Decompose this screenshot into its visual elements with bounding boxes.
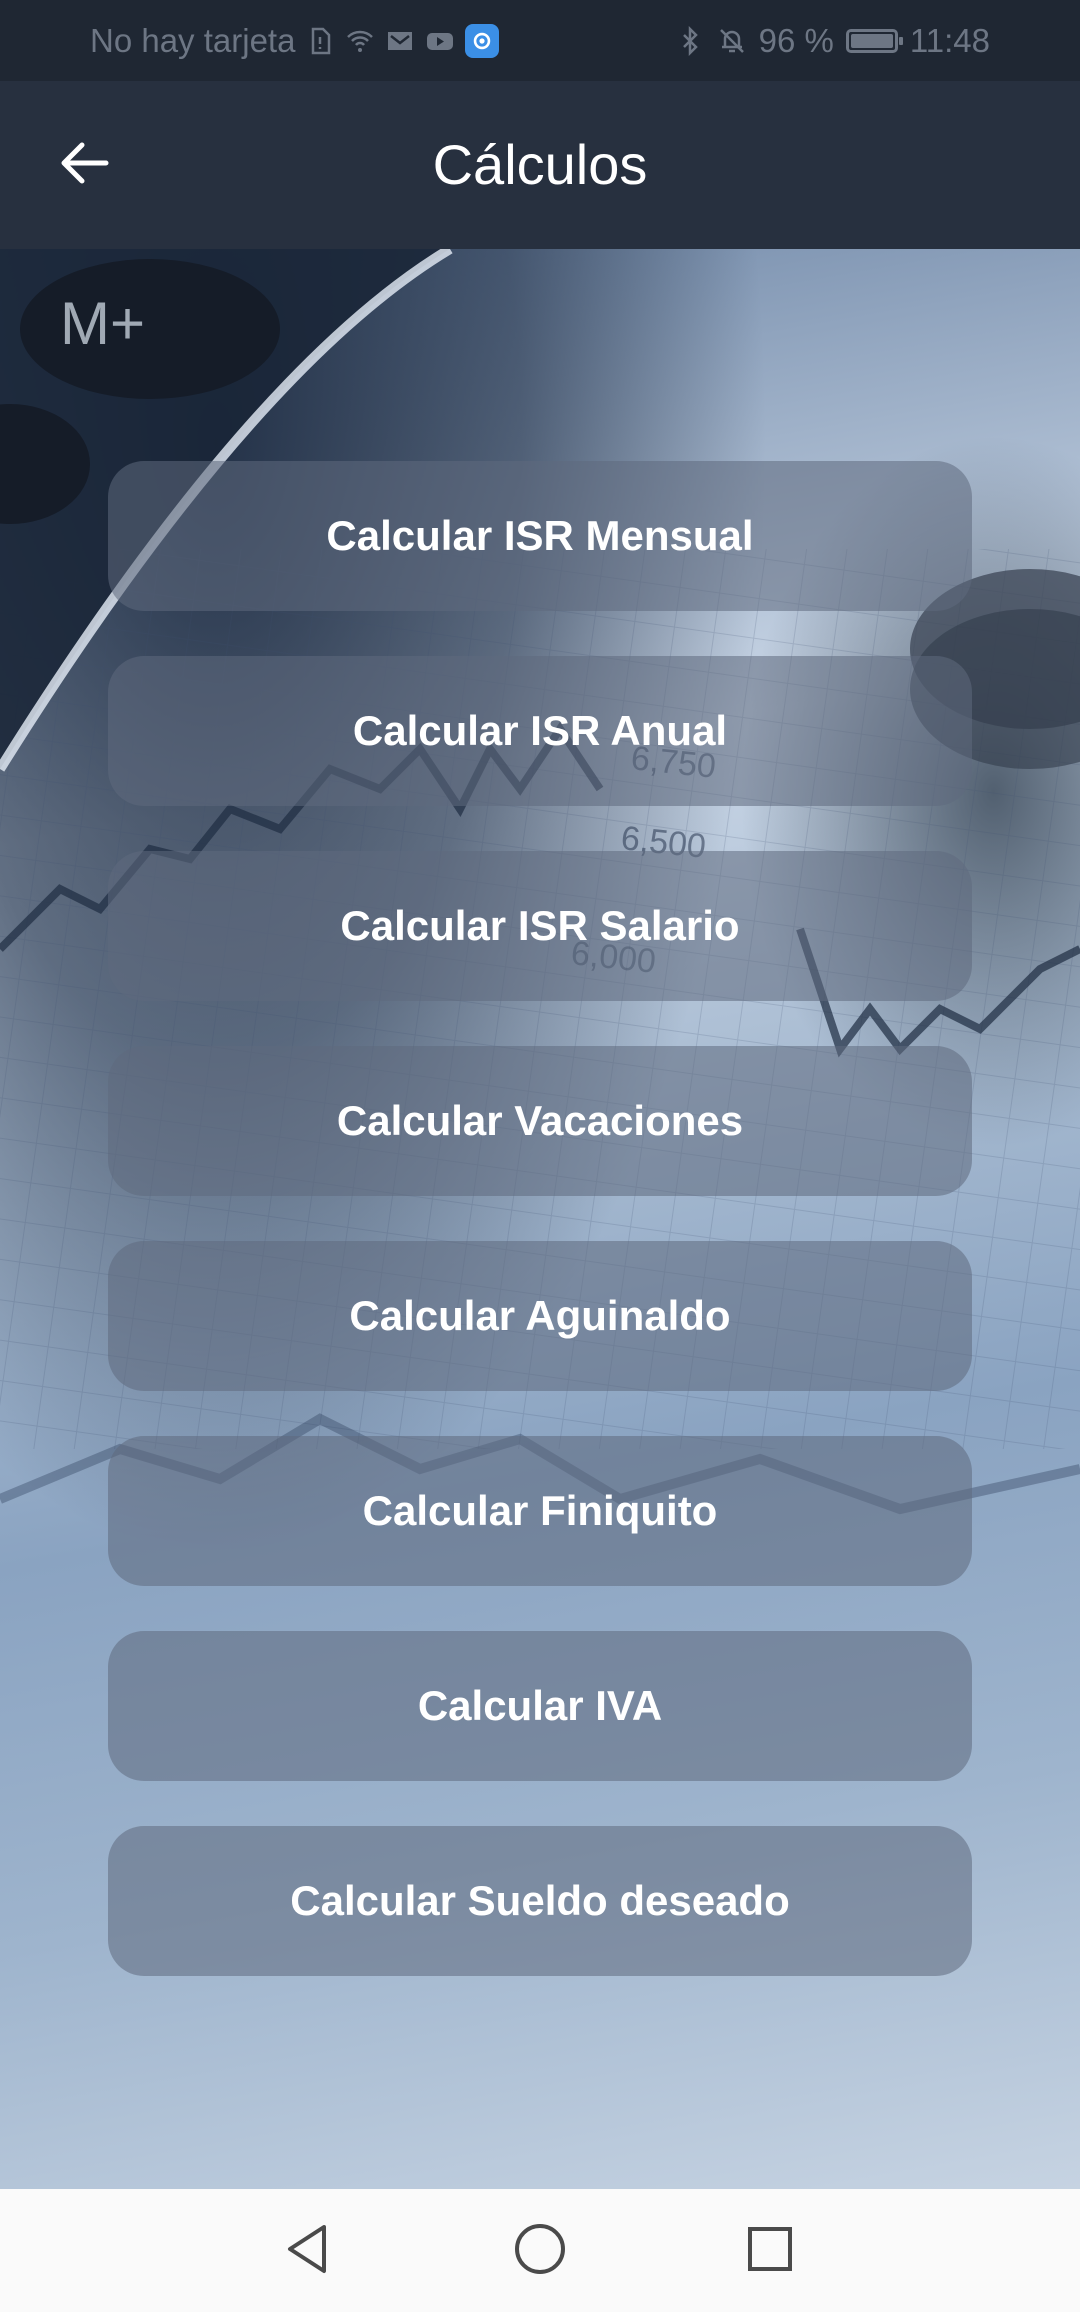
nav-home-button[interactable] [500, 2211, 580, 2291]
calc-button-label: Calcular Sueldo deseado [290, 1877, 790, 1924]
app-bar: Cálculos [0, 81, 1080, 249]
calc-sueldo-deseado-button[interactable]: Calcular Sueldo deseado [108, 1826, 972, 1976]
back-triangle-icon [280, 2221, 336, 2282]
system-nav-bar [0, 2189, 1080, 2312]
carrier-text: No hay tarjeta [90, 21, 296, 59]
bluetooth-icon [675, 25, 705, 56]
bell-off-icon [717, 26, 747, 56]
calc-aguinaldo-button[interactable]: Calcular Aguinaldo [108, 1241, 972, 1391]
status-right: 96 % 11:48 [675, 0, 990, 81]
status-bar: No hay tarjeta 96 % 11:48 [0, 0, 1080, 81]
mail-icon [385, 26, 415, 56]
calc-button-label: Calcular ISR Anual [352, 707, 728, 754]
calc-button-label: Calcular Aguinaldo [349, 1292, 731, 1339]
page-title: Cálculos [432, 133, 648, 196]
svg-text:M+: M+ [60, 290, 145, 357]
calc-isr-salario-button[interactable]: Calcular ISR Salario [108, 851, 972, 1001]
calc-button-label: Calcular Finiquito [362, 1487, 718, 1534]
nav-recents-button[interactable] [730, 2211, 810, 2291]
calc-finiquito-button[interactable]: Calcular Finiquito [108, 1436, 972, 1586]
wifi-icon [345, 26, 375, 56]
calc-iva-button[interactable]: Calcular IVA [108, 1631, 972, 1781]
recents-square-icon [742, 2221, 798, 2282]
home-circle-icon [512, 2221, 568, 2282]
calc-button-label: Calcular ISR Mensual [326, 512, 754, 559]
calc-isr-mensual-button[interactable]: Calcular ISR Mensual [108, 461, 972, 611]
sim-icon [305, 26, 335, 56]
calc-vacaciones-button[interactable]: Calcular Vacaciones [108, 1046, 972, 1196]
battery-icon [845, 28, 903, 53]
calc-button-label: Calcular IVA [417, 1682, 663, 1729]
app-icon [465, 23, 500, 58]
time-text: 11:48 [909, 21, 990, 59]
calc-button-label: Calcular ISR Salario [340, 902, 740, 949]
main-content: M+ 6,750 6,500 6,000 Calcular ISR Mensua… [0, 249, 1080, 2189]
status-left: No hay tarjeta [90, 0, 500, 81]
calc-button-label: Calcular Vacaciones [336, 1097, 744, 1144]
battery-text: 96 % [758, 21, 834, 59]
youtube-icon [425, 26, 455, 56]
nav-back-button[interactable] [268, 2211, 348, 2291]
calc-isr-anual-button[interactable]: Calcular ISR Anual [108, 656, 972, 806]
